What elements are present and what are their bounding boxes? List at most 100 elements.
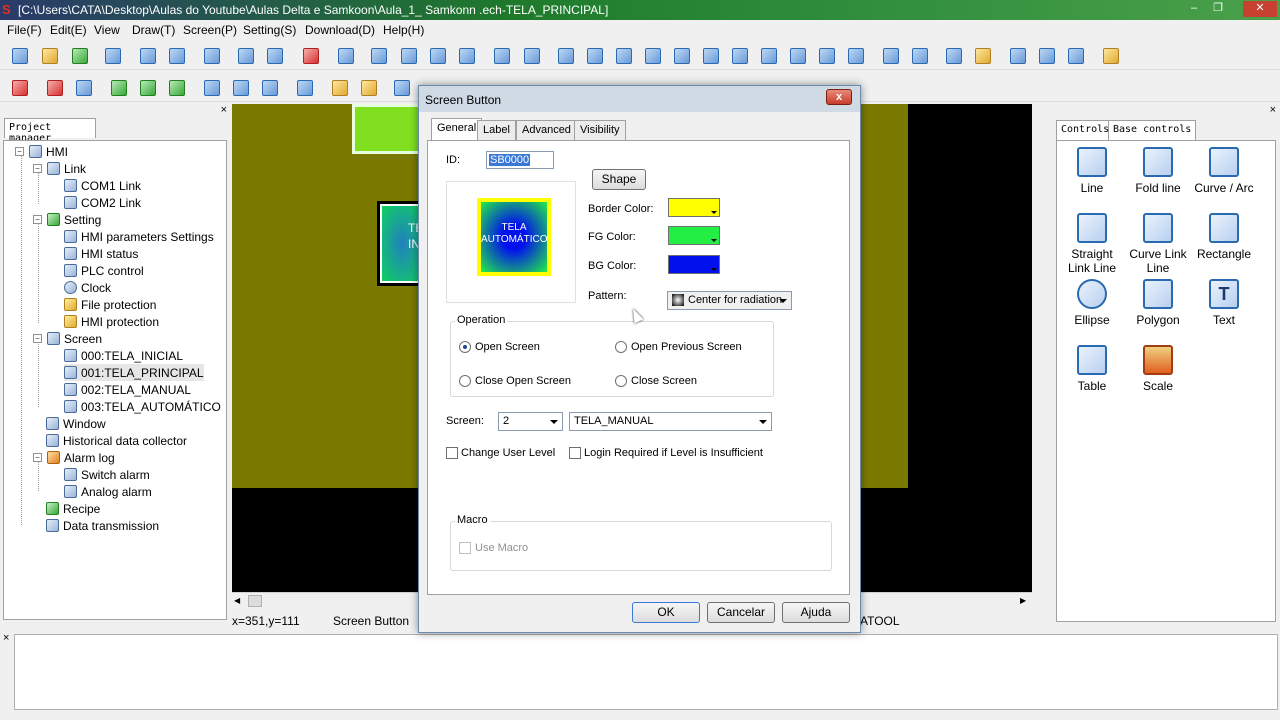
zoom-in-icon[interactable] (1006, 44, 1028, 66)
distribute-v-icon[interactable] (757, 44, 779, 66)
tree-node-data-transmission[interactable]: Data transmission (46, 517, 159, 534)
copy-icon[interactable] (234, 44, 256, 66)
control-scale[interactable]: Scale (1125, 345, 1191, 393)
control-straight-link-line[interactable]: Straight Link Line (1059, 213, 1125, 275)
change-user-level-checkbox[interactable] (446, 447, 458, 459)
space-h-icon[interactable] (786, 44, 808, 66)
close-open-radio[interactable] (459, 375, 471, 387)
tree-node-link[interactable]: − Link (33, 160, 86, 177)
control-table[interactable]: Table (1059, 345, 1125, 393)
open-screen-radio[interactable] (459, 341, 471, 353)
tab-advanced[interactable]: Advanced (516, 120, 577, 140)
tree-node-analog-alarm[interactable]: Analog alarm (64, 483, 152, 500)
grid-icon[interactable] (942, 44, 964, 66)
use-macro-checkbox[interactable] (459, 542, 471, 554)
maximize-button[interactable]: ❐ (1206, 1, 1230, 17)
menu-screen[interactable]: Screen(P) (183, 23, 237, 37)
tree-node-hmi-protection[interactable]: HMI protection (64, 313, 159, 330)
open-folder-icon[interactable] (38, 44, 60, 66)
close-window-button[interactable]: ✕ (1243, 1, 1277, 17)
scroll-thumb[interactable] (248, 595, 262, 607)
flip-v-icon[interactable] (908, 44, 930, 66)
zoom-fit-icon[interactable] (1035, 44, 1057, 66)
cut-icon[interactable] (200, 44, 222, 66)
menu-draw[interactable]: Draw(T) (132, 23, 175, 37)
screen-number-select[interactable]: 2 (498, 412, 563, 431)
fg-color-picker[interactable] (668, 226, 720, 245)
download-icon[interactable] (107, 76, 129, 98)
image-library-icon[interactable] (328, 76, 350, 98)
tree-node-file-protection[interactable]: File protection (64, 296, 156, 313)
dialog-close-button[interactable]: x (826, 89, 852, 105)
tab-general[interactable]: General (431, 118, 483, 141)
control-rectangle[interactable]: Rectangle (1191, 213, 1257, 261)
id-field[interactable]: SB0000 (486, 151, 554, 169)
redo-icon[interactable] (165, 44, 187, 66)
tree-node-plc-control[interactable]: PLC control (64, 262, 144, 279)
minimize-button[interactable]: – (1182, 1, 1206, 17)
tree-node-hmi-status[interactable]: HMI status (64, 245, 138, 262)
tree-node-screen-000[interactable]: 000:TELA_INICIAL (64, 347, 183, 364)
help-button[interactable]: Ajuda (782, 602, 850, 623)
close-panel-icon[interactable]: × (1270, 104, 1276, 116)
dialog-title-bar[interactable]: Screen Button x (419, 86, 860, 112)
control-text[interactable]: T Text (1191, 279, 1257, 327)
tab-visibility[interactable]: Visibility (574, 120, 626, 140)
space-v-icon[interactable] (815, 44, 837, 66)
bg-color-picker[interactable] (668, 255, 720, 274)
flip-h-icon[interactable] (879, 44, 901, 66)
tree-node-screen[interactable]: − Screen (33, 330, 102, 347)
align-top-icon[interactable] (641, 44, 663, 66)
tree-node-screen-003[interactable]: 003:TELA_AUTOMÁTICO (64, 398, 221, 415)
control-line[interactable]: Line (1059, 147, 1125, 195)
online-sim-icon[interactable] (229, 76, 251, 98)
add-screen-icon[interactable] (72, 76, 94, 98)
close-screen-radio[interactable] (615, 375, 627, 387)
same-height-icon[interactable] (520, 44, 542, 66)
menu-setting[interactable]: Setting(S) (243, 23, 296, 37)
align-bottom-icon[interactable] (670, 44, 692, 66)
tree-node-historical[interactable]: Historical data collector (46, 432, 187, 449)
align-left-icon[interactable] (554, 44, 576, 66)
group-icon[interactable] (367, 44, 389, 66)
paste-icon[interactable] (263, 44, 285, 66)
zoom-out-icon[interactable] (1064, 44, 1086, 66)
delete-icon[interactable] (299, 44, 321, 66)
control-curve-link-line[interactable]: Curve Link Line (1125, 213, 1191, 275)
tab-controls[interactable]: Controls (1056, 120, 1115, 140)
same-width-icon[interactable] (490, 44, 512, 66)
tree-node-com2[interactable]: COM2 Link (64, 194, 141, 211)
save-icon[interactable] (101, 44, 123, 66)
add-image-icon[interactable] (357, 76, 379, 98)
control-polygon[interactable]: Polygon (1125, 279, 1191, 327)
ruler-icon[interactable] (971, 44, 993, 66)
menu-file[interactable]: File(F) (7, 23, 42, 37)
hand-icon[interactable] (1099, 44, 1121, 66)
close-panel-icon[interactable]: × (221, 104, 227, 116)
scroll-left-icon[interactable]: ◀ (234, 596, 240, 605)
bring-front-icon[interactable] (426, 44, 448, 66)
delete-screen-icon[interactable] (43, 76, 65, 98)
align-center-icon[interactable] (612, 44, 634, 66)
send-back-icon[interactable] (455, 44, 477, 66)
ok-button[interactable]: OK (632, 602, 700, 623)
compile-icon[interactable] (8, 76, 30, 98)
tree-node-hmi[interactable]: − HMI (15, 143, 68, 160)
align-middle-icon[interactable] (699, 44, 721, 66)
change-user-level-label[interactable]: Change User Level (461, 447, 555, 459)
menu-edit[interactable]: Edit(E) (50, 23, 87, 37)
upload-icon[interactable] (136, 76, 158, 98)
control-fold-line[interactable]: Fold line (1125, 147, 1191, 195)
scroll-right-icon[interactable]: ▶ (1020, 596, 1026, 605)
tree-node-clock[interactable]: Clock (64, 279, 111, 296)
pattern-select[interactable]: Center for radiation (667, 291, 792, 310)
tree-node-setting[interactable]: − Setting (33, 211, 101, 228)
tree-node-alarm-log[interactable]: − Alarm log (33, 449, 115, 466)
center-icon[interactable] (844, 44, 866, 66)
pointer-icon[interactable] (293, 76, 315, 98)
ungroup-icon[interactable] (397, 44, 419, 66)
offline-sim-icon[interactable] (200, 76, 222, 98)
open-screen-label[interactable]: Open Screen (475, 341, 540, 353)
menu-download[interactable]: Download(D) (305, 23, 375, 37)
control-curve-arc[interactable]: Curve / Arc (1191, 147, 1257, 195)
